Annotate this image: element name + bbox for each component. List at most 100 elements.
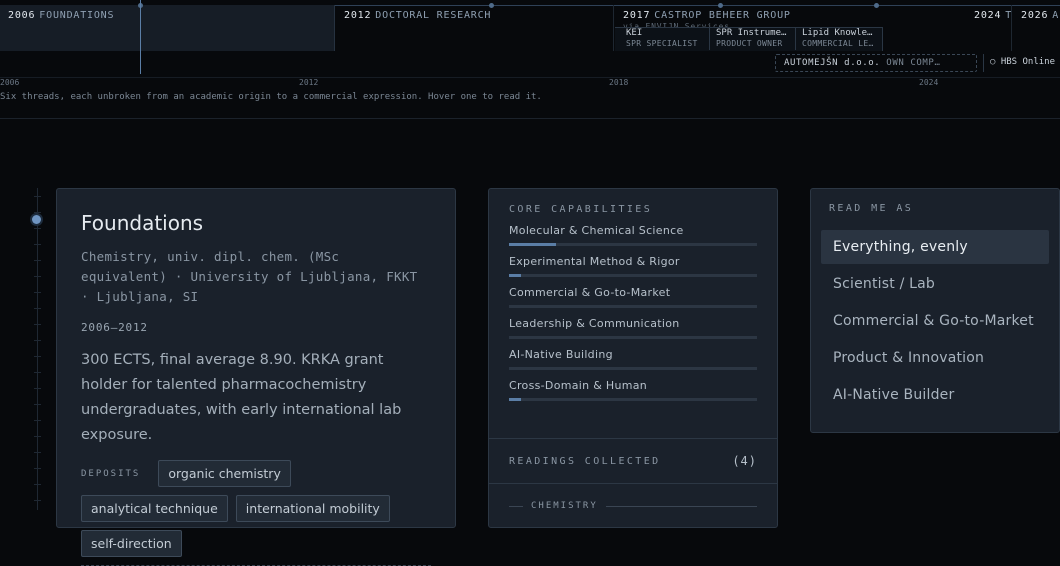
era-year: 2006 <box>8 10 36 21</box>
era-2026[interactable]: 2026 A <box>1013 5 1060 51</box>
capability-item[interactable]: Experimental Method & Rigor <box>509 255 757 277</box>
detail-body: 300 ECTS, final average 8.90. KRKA grant… <box>81 352 402 443</box>
capability-bar <box>509 305 757 308</box>
capability-label: Cross-Domain & Human <box>509 379 648 392</box>
read-mode-option[interactable]: Scientist / Lab <box>821 267 1049 301</box>
thread-rail <box>37 188 38 510</box>
read-mode-list: Everything, evenly Scientist / Lab Commerc… <box>821 230 1049 412</box>
rail-tick <box>34 244 41 245</box>
era-label: T <box>1005 10 1013 21</box>
rail-tick <box>34 308 41 309</box>
rail-tick <box>34 340 41 341</box>
capability-item[interactable]: Molecular & Chemical Science <box>509 224 757 246</box>
detail-title: Foundations <box>81 211 204 235</box>
rail-tick <box>34 356 41 357</box>
read-mode-option[interactable]: Commercial & Go-to-Market <box>821 304 1049 338</box>
axis-label: 2018 <box>609 78 629 87</box>
rail-tick <box>34 420 41 421</box>
capability-bar-fill <box>509 243 557 246</box>
rail-tick <box>34 260 41 261</box>
timeline-axis <box>0 77 1060 78</box>
read-mode-option[interactable]: Everything, evenly <box>821 230 1049 264</box>
deposit-tag[interactable]: international mobility <box>235 495 390 522</box>
rail-tick <box>34 292 41 293</box>
rail-tick <box>34 500 41 501</box>
era-label: FOUNDATIONS <box>39 10 115 21</box>
read-mode-option[interactable]: AI-Native Builder <box>821 378 1049 412</box>
timeline-node[interactable] <box>874 3 879 8</box>
pill-hbs-online[interactable]: ○ HBS Online <box>983 54 1055 72</box>
capability-label: Experimental Method & Rigor <box>509 255 680 268</box>
capability-item[interactable]: AI-Native Building <box>509 348 757 370</box>
capability-item[interactable]: Cross-Domain & Human <box>509 379 757 401</box>
deposits-label: DEPOSITS <box>81 468 141 479</box>
current-position-marker <box>140 0 141 74</box>
era-year: 2012 <box>344 10 372 21</box>
rail-tick <box>34 452 41 453</box>
capability-label: AI-Native Building <box>509 348 613 361</box>
capability-label: Leadership & Communication <box>509 317 680 330</box>
axis-label: 2012 <box>299 78 319 87</box>
timeline-node[interactable] <box>718 3 723 8</box>
rail-tick <box>34 324 41 325</box>
capability-label: Molecular & Chemical Science <box>509 224 684 237</box>
core-capabilities-card: CORE CAPABILITIES Molecular & Chemical S… <box>488 188 778 528</box>
timeline-node[interactable] <box>489 3 494 8</box>
capabilities-list: Molecular & Chemical Science Experimental… <box>509 224 757 401</box>
read-me-as-card: READ ME AS Everything, evenly Scientist /… <box>810 188 1060 433</box>
subrole-role: SPR SPECIALIST <box>626 39 698 48</box>
deposit-tag[interactable]: analytical technique <box>81 495 228 522</box>
read-me-as-header: READ ME AS <box>829 203 914 214</box>
capability-label: Commercial & Go-to-Market <box>509 286 671 299</box>
subrole-role: PRODUCT OWNER <box>716 39 783 48</box>
era-year: 2017 <box>623 10 651 21</box>
era-label: A <box>1052 10 1060 21</box>
subrole-kei[interactable]: KEI SPR SPECIALIST <box>620 28 708 50</box>
era-label: CASTROP BEHEER GROUP <box>654 10 791 21</box>
subrole-role: COMMERCIAL LE… <box>802 39 874 48</box>
capability-bar-fill <box>509 398 522 401</box>
rail-tick <box>34 436 41 437</box>
detail-subtitle: Chemistry, univ. dipl. chem. (MSc equiva… <box>81 249 418 304</box>
subrole-company: Lipid Knowle… <box>802 28 873 38</box>
era-detail-card: Foundations Chemistry, univ. dipl. chem.… <box>56 188 456 566</box>
capability-item[interactable]: Leadership & Communication <box>509 317 757 339</box>
deposit-tag[interactable]: organic chemistry <box>158 460 291 487</box>
career-timeline: 2006 FOUNDATIONS 2012 DOCTORAL RESEARCH 20… <box>0 0 1060 119</box>
subrole-company: SPR Instrume… <box>716 28 787 38</box>
pill-automejsn[interactable]: AUTOMEJŠN d.o.o. OWN COMP… <box>775 54 977 72</box>
pill-role: OWN COMP… <box>886 58 941 68</box>
pill-company: AUTOMEJŠN d.o.o. <box>784 58 881 68</box>
readings-collected-row[interactable]: READINGS COLLECTED (4) <box>489 438 777 484</box>
axis-label: 2006 <box>0 78 20 87</box>
rail-tick <box>34 388 41 389</box>
era-label: DOCTORAL RESEARCH <box>375 10 492 21</box>
readings-label: READINGS COLLECTED <box>509 455 661 467</box>
rail-tick <box>34 484 41 485</box>
subrole-spr-instruments[interactable]: SPR Instrume… PRODUCT OWNER <box>709 28 794 50</box>
capability-bar-fill <box>509 274 522 277</box>
era-foundations[interactable]: 2006 FOUNDATIONS <box>0 5 335 51</box>
capability-bar <box>509 243 757 246</box>
capability-bar <box>509 398 757 401</box>
readings-count: (4) <box>732 454 757 468</box>
rail-tick <box>34 468 41 469</box>
subrole-lipid-knowledge[interactable]: Lipid Knowle… COMMERCIAL LE… <box>795 28 883 50</box>
axis-label: 2024 <box>919 78 939 87</box>
era-doctoral-research[interactable]: 2012 DOCTORAL RESEARCH <box>336 5 614 51</box>
rail-tick <box>34 404 41 405</box>
read-mode-option[interactable]: Product & Innovation <box>821 341 1049 375</box>
deposit-tag[interactable]: self-direction <box>81 530 182 557</box>
rail-tick <box>34 196 41 197</box>
rail-tick <box>34 212 41 213</box>
capability-bar <box>509 336 757 339</box>
era-2024[interactable]: 2024 T <box>966 5 1012 51</box>
core-capabilities-header: CORE CAPABILITIES <box>509 204 653 215</box>
capability-item[interactable]: Commercial & Go-to-Market <box>509 286 757 308</box>
capability-bar <box>509 274 757 277</box>
rail-tick <box>34 276 41 277</box>
detail-dates: 2006–2012 <box>81 321 148 334</box>
active-thread-dot[interactable] <box>32 215 41 224</box>
timeline-note: Six threads, each unbroken from an acade… <box>0 92 542 102</box>
capability-bar <box>509 367 757 370</box>
